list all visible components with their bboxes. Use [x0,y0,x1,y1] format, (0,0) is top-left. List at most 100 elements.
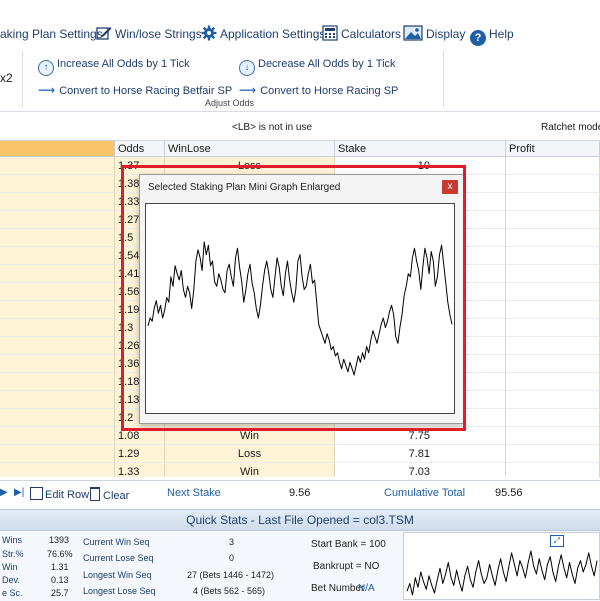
current-lose-seq-label: Current Lose Seq [83,553,154,563]
pencil-icon [96,27,112,40]
row-blank-cell[interactable] [0,175,115,193]
mini-graph[interactable]: ⤢ [403,532,600,600]
current-win-seq-value: 3 [229,537,235,547]
profit-cell[interactable] [506,283,600,301]
convert-betfair-sp-button[interactable]: ⟶ Convert to Horse Racing Betfair SP [38,81,232,99]
profit-cell[interactable] [506,337,600,355]
bet-number-value: N/A [358,583,375,594]
expand-icon[interactable]: ⤢ [550,535,564,547]
stat-label: Str.% [2,549,24,559]
arrow-right-icon: ⟶ [38,83,56,97]
lb-status-row: <LB> is not in use Ratchet mode [0,118,600,141]
quick-stats-title: Quick Stats - Last File Opened = col3.TS… [0,510,600,531]
row-blank-cell[interactable] [0,337,115,355]
start-bank-label: Start Bank = 100 [311,539,386,550]
stat-value: 76.6% [47,549,73,559]
longest-lose-seq-value: 4 (Bets 562 - 565) [193,586,266,596]
table-row[interactable]: 1.33 Win 7.03 [0,463,600,477]
row-blank-cell[interactable] [0,355,115,373]
profit-cell[interactable] [506,193,600,211]
stat-value: 1.31 [51,562,69,572]
profit-cell[interactable] [506,373,600,391]
edit-row-button[interactable]: Edit Row [30,487,89,501]
profit-cell[interactable] [506,265,600,283]
profit-cell[interactable] [506,247,600,265]
skip-end-icon[interactable]: ▶| [14,487,24,498]
picture-icon [403,25,423,41]
row-blank-cell[interactable] [0,445,115,463]
winlose-cell[interactable]: Win [165,463,335,477]
row-blank-cell[interactable] [0,391,115,409]
menu-win-lose-strings[interactable]: Win/lose Strings [96,22,202,46]
series-line [406,550,598,596]
bottom-toolbar: ▶ ▶| Edit Row Clear Next Stake 9.56 Cumu… [0,480,600,507]
odds-cell[interactable]: 1.33 [115,463,165,477]
row-blank-cell[interactable] [0,373,115,391]
arrow-down-icon: ↓ [239,60,255,76]
ribbon-divider [22,51,23,107]
row-blank-cell[interactable] [0,211,115,229]
profit-cell[interactable] [506,391,600,409]
profit-cell[interactable] [506,445,600,463]
menu-help[interactable]: ? Help [470,22,514,46]
profit-cell[interactable] [506,463,600,477]
convert-sp-button[interactable]: ⟶ Convert to Horse Racing SP [239,81,398,99]
play-icon[interactable]: ▶ [0,487,8,498]
stat-label: Win [2,562,18,572]
profit-cell[interactable] [506,355,600,373]
profit-cell[interactable] [506,319,600,337]
arrow-right-icon: ⟶ [239,83,257,97]
profit-cell[interactable] [506,427,600,445]
row-blank-cell[interactable] [0,193,115,211]
row-blank-cell[interactable] [0,247,115,265]
longest-win-seq-value: 27 (Bets 1446 - 1472) [187,570,275,580]
stake-cell[interactable]: 7.03 [335,463,506,477]
bankrupt-label: Bankrupt = NO [313,561,380,572]
stake-cell[interactable]: 7.81 [335,445,506,463]
row-blank-cell[interactable] [0,301,115,319]
ribbon: x2 ↑ Increase All Odds by 1 Tick ↓ Decreas… [0,47,600,112]
menu-bar: aking Plan Settings Win/lose Strings App… [0,22,600,46]
profit-cell[interactable] [506,229,600,247]
clear-button[interactable]: Clear [90,487,129,502]
row-blank-cell[interactable] [0,409,115,427]
profit-cell[interactable] [506,301,600,319]
row-blank-cell[interactable] [0,265,115,283]
profit-cell[interactable] [506,175,600,193]
stat-label: Wins [2,535,22,545]
arrow-up-icon: ↑ [38,60,54,76]
row-blank-cell[interactable] [0,157,115,175]
grid-header-winlose[interactable]: WinLose [165,141,335,157]
grid-header-stake[interactable]: Stake [335,141,506,157]
adjust-odds-group-label: Adjust Odds [205,98,255,108]
odds-cell[interactable]: 1.29 [115,445,165,463]
row-blank-cell[interactable] [0,229,115,247]
row-blank-cell[interactable] [0,463,115,477]
grid-header-odds[interactable]: Odds [115,141,165,157]
table-row[interactable]: 1.29 Loss 7.81 [0,445,600,463]
row-blank-cell[interactable] [0,427,115,445]
ribbon-divider [443,51,444,107]
menu-calculators[interactable]: Calculators [322,22,401,46]
menu-staking-plan-settings[interactable]: aking Plan Settings [0,22,103,46]
edit-icon [30,487,43,500]
quick-stats-panel: Quick Stats - Last File Opened = col3.TS… [0,509,600,601]
row-blank-cell[interactable] [0,319,115,337]
current-lose-seq-value: 0 [229,553,235,563]
decrease-odds-button[interactable]: ↓ Decrease All Odds by 1 Tick [239,55,396,76]
menu-application-settings[interactable]: Application Settings [201,22,325,46]
stat-label: Dev. [2,575,20,585]
winlose-cell[interactable]: Loss [165,445,335,463]
next-stake-value: 9.56 [289,487,311,499]
profit-cell[interactable] [506,157,600,175]
profit-cell[interactable] [506,409,600,427]
profit-cell[interactable] [506,211,600,229]
menu-display[interactable]: Display [403,22,465,46]
cumulative-total-value: 95.56 [495,487,523,499]
ribbon-left-fragment: x2 [0,71,13,85]
grid-header-left [0,141,115,157]
increase-odds-button[interactable]: ↑ Increase All Odds by 1 Tick [38,55,190,76]
row-blank-cell[interactable] [0,283,115,301]
grid-header-profit[interactable]: Profit [506,141,600,157]
longest-win-seq-label: Longest Win Seq [83,570,152,580]
